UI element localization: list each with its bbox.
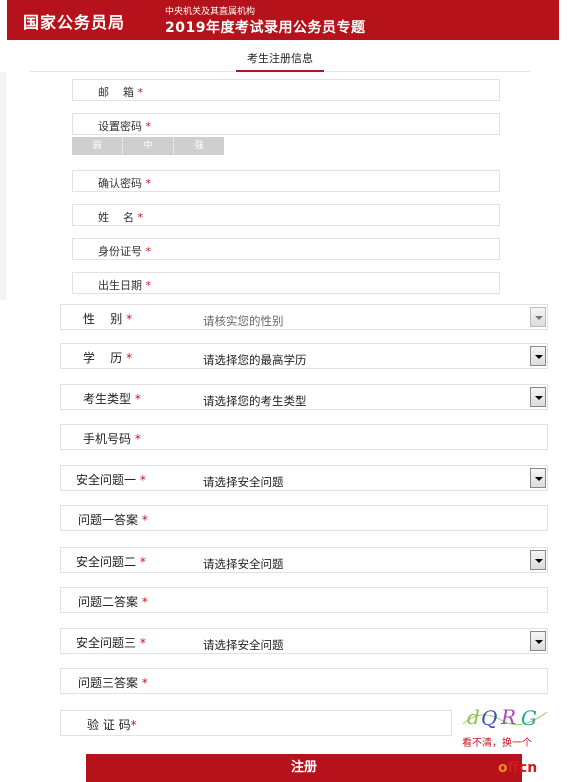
header-title: 2019年度考试录用公务员专题	[165, 20, 366, 36]
gender-label: 性 别 *	[83, 312, 133, 326]
answer-2-field[interactable]: 问题二答案 *	[60, 587, 548, 613]
candidate-type-value: 请选择您的考生类型	[203, 394, 307, 408]
name-input[interactable]	[203, 207, 483, 223]
education-value: 请选择您的最高学历	[203, 353, 307, 367]
password-input[interactable]	[203, 116, 483, 132]
phone-field[interactable]: 手机号码 *	[60, 424, 548, 450]
name-field[interactable]: 姓 名 *	[72, 204, 500, 226]
svg-text:d: d	[467, 705, 480, 729]
birth-date-label: 出生日期 *	[98, 279, 151, 292]
captcha-field[interactable]: 验 证 码*	[60, 710, 452, 736]
password-field[interactable]: 设置密码 *	[72, 113, 500, 135]
security-question-1-select[interactable]: 安全问题一 * 请选择安全问题	[60, 465, 548, 491]
chevron-down-icon[interactable]	[530, 631, 546, 651]
security-question-2-select[interactable]: 安全问题二 * 请选择安全问题	[60, 547, 548, 573]
email-label: 邮 箱 *	[98, 86, 143, 99]
phone-label: 手机号码 *	[83, 432, 141, 446]
answer-1-field[interactable]: 问题一答案 *	[60, 505, 548, 531]
confirm-password-field[interactable]: 确认密码 *	[72, 170, 500, 192]
answer-2-label: 问题二答案 *	[78, 595, 148, 609]
confirm-password-label: 确认密码 *	[98, 177, 151, 190]
password-label: 设置密码 *	[98, 120, 151, 133]
chevron-down-icon[interactable]	[530, 550, 546, 570]
answer-3-field[interactable]: 问题三答案 *	[60, 668, 548, 694]
chevron-down-icon[interactable]	[530, 307, 546, 327]
confirm-password-input[interactable]	[203, 173, 483, 189]
security-question-1-label: 安全问题一 *	[76, 473, 146, 487]
security-question-2-label: 安全问题二 *	[76, 555, 146, 569]
chevron-down-icon[interactable]	[530, 387, 546, 407]
security-question-3-label: 安全问题三 *	[76, 636, 146, 650]
password-strength-meter: 弱 中 强	[72, 137, 224, 155]
education-label: 学 历 *	[83, 351, 133, 365]
id-number-field[interactable]: 身份证号 *	[72, 238, 500, 260]
security-question-3-select[interactable]: 安全问题三 * 请选择安全问题	[60, 628, 548, 654]
tab-bar: 考生注册信息	[30, 44, 530, 72]
gender-value: 请核实您的性别	[203, 314, 284, 328]
security-question-2-value: 请选择安全问题	[203, 557, 284, 571]
name-label: 姓 名 *	[98, 211, 143, 224]
strength-strong: 强	[194, 141, 204, 151]
birth-date-field[interactable]: 出生日期 *	[72, 272, 500, 294]
education-select[interactable]: 学 历 * 请选择您的最高学历	[60, 343, 548, 369]
candidate-type-select[interactable]: 考生类型 * 请选择您的考生类型	[60, 384, 548, 410]
id-number-input[interactable]	[203, 241, 483, 257]
id-number-label: 身份证号 *	[98, 245, 151, 258]
answer-1-label: 问题一答案 *	[78, 513, 148, 527]
register-button[interactable]: 注册	[86, 754, 522, 782]
svg-text:G: G	[521, 706, 537, 730]
left-gutter	[0, 72, 7, 300]
captcha-image[interactable]: d Q R G	[461, 702, 549, 732]
strength-weak: 弱	[72, 137, 123, 155]
security-question-3-value: 请选择安全问题	[203, 638, 284, 652]
header-banner: 国家公务员局 中央机关及其直属机构 2019年度考试录用公务员专题	[7, 0, 559, 40]
svg-text:Q: Q	[481, 706, 497, 730]
chevron-down-icon[interactable]	[530, 468, 546, 488]
captcha-label: 验 证 码*	[87, 718, 137, 732]
security-question-1-value: 请选择安全问题	[203, 475, 284, 489]
gender-select[interactable]: 性 别 * 请核实您的性别	[60, 304, 548, 330]
strength-medium: 中	[123, 137, 174, 155]
answer-3-label: 问题三答案 *	[78, 676, 148, 690]
svg-text:R: R	[500, 705, 516, 729]
watermark-logo: offcn	[498, 760, 538, 776]
agency-name: 国家公务员局	[23, 13, 126, 32]
email-input[interactable]	[203, 82, 483, 98]
header-subtitle: 中央机关及其直属机构	[165, 7, 256, 17]
chevron-down-icon[interactable]	[530, 346, 546, 366]
email-field[interactable]: 邮 箱 *	[72, 79, 500, 101]
captcha-refresh-link[interactable]: 看不清，换一个	[462, 734, 532, 749]
candidate-type-label: 考生类型 *	[83, 392, 141, 406]
tab-registration-info[interactable]: 考生注册信息	[236, 50, 324, 72]
birth-date-input[interactable]	[203, 275, 483, 291]
